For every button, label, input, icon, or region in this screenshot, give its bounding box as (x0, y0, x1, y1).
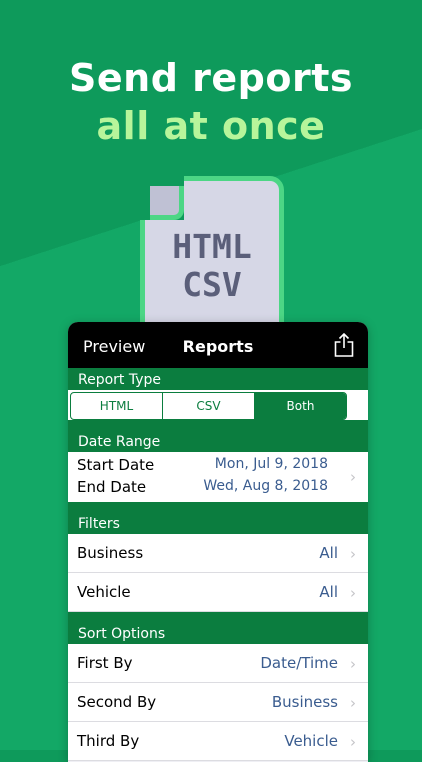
phone-screen: Preview Reports Report Type HTML CSV Bot… (68, 322, 368, 762)
section-header-sort-options: Sort Options (68, 622, 368, 644)
nav-title: Reports (182, 337, 254, 356)
segment-html[interactable]: HTML (71, 393, 163, 419)
section-spacer (68, 612, 368, 622)
report-type-segmented-control: HTML CSV Both (70, 392, 347, 420)
row-label: First By (77, 654, 133, 672)
date-range-row[interactable]: Start Date End Date Mon, Jul 9, 2018 Wed… (68, 452, 368, 502)
sort-row-first-by[interactable]: First By Date/Time › (68, 644, 368, 683)
sort-row-second-by[interactable]: Second By Business › (68, 683, 368, 722)
share-icon[interactable] (334, 333, 354, 357)
section-spacer (68, 420, 368, 430)
row-label: Third By (77, 732, 140, 750)
sort-row-third-by[interactable]: Third By Vehicle › (68, 722, 368, 761)
end-date-value: Wed, Aug 8, 2018 (203, 478, 328, 494)
start-date-value: Mon, Jul 9, 2018 (214, 456, 328, 472)
row-value: All (319, 583, 338, 601)
chevron-right-icon: › (350, 694, 356, 712)
end-date-label: End Date (77, 478, 147, 496)
section-spacer (68, 502, 368, 512)
navigation-bar: Preview Reports (68, 322, 368, 368)
row-value: All (319, 544, 338, 562)
section-header-filters: Filters (68, 512, 368, 534)
start-date-label: Start Date (77, 456, 155, 474)
doc-label-csv: CSV (182, 265, 242, 304)
chevron-right-icon: › (350, 733, 356, 751)
row-label: Second By (77, 693, 157, 711)
chevron-right-icon: › (350, 545, 356, 563)
doc-label-html: HTML (172, 227, 252, 266)
chevron-right-icon: › (350, 584, 356, 602)
report-type-segment-container: HTML CSV Both (68, 390, 368, 420)
section-header-report-type: Report Type (68, 368, 368, 390)
row-value: Vehicle (284, 732, 338, 750)
document-fold-corner (140, 176, 184, 220)
row-value: Date/Time (260, 654, 338, 672)
headline-accent: all at once (96, 104, 326, 148)
section-header-date-range: Date Range (68, 430, 368, 452)
segment-csv[interactable]: CSV (163, 393, 255, 419)
row-value: Business (271, 693, 338, 711)
row-label: Vehicle (77, 583, 131, 601)
chevron-right-icon: › (350, 655, 356, 673)
segment-both[interactable]: Both (255, 393, 346, 419)
filter-row-vehicle[interactable]: Vehicle All › (68, 573, 368, 612)
headline-primary: Send reports (69, 56, 353, 100)
chevron-right-icon: › (350, 468, 356, 486)
row-label: Business (77, 544, 144, 562)
filter-row-business[interactable]: Business All › (68, 534, 368, 573)
